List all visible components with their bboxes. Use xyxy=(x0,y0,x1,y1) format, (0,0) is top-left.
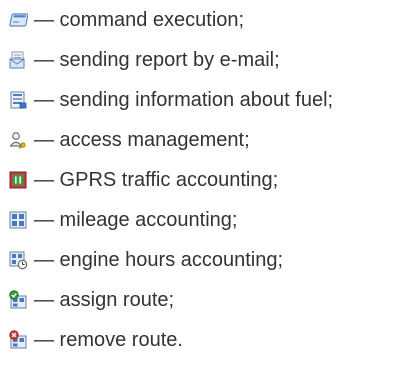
remove-route-icon xyxy=(8,330,28,350)
legend-item-remove-route: — remove route. xyxy=(8,326,183,354)
legend-item-label: — mileage accounting; xyxy=(34,209,238,231)
legend-item-label: — assign route; xyxy=(34,289,175,311)
legend-item-assign-route: — assign route; xyxy=(8,286,174,314)
legend-item-label: — access management; xyxy=(34,129,250,151)
legend-item-access-management: — access management; xyxy=(8,126,250,154)
engine-hours-icon xyxy=(8,250,28,270)
gprs-traffic-icon xyxy=(8,170,28,190)
legend-item-email-report: — sending report by e-mail; xyxy=(8,46,280,74)
assign-route-icon xyxy=(8,290,28,310)
email-report-icon xyxy=(8,50,28,70)
legend-item-label: — GPRS traffic accounting; xyxy=(34,169,279,191)
legend-item-command-execution: — command execution; xyxy=(8,6,244,34)
legend-item-gprs-traffic: — GPRS traffic accounting; xyxy=(8,166,278,194)
legend-item-label: — engine hours accounting; xyxy=(34,249,284,271)
legend-item-label: — sending report by e-mail; xyxy=(34,49,280,71)
permissions-legend: — command execution; — sending report by… xyxy=(0,0,418,367)
legend-item-label: — sending information about fuel; xyxy=(34,89,334,111)
legend-item-mileage-accounting: — mileage accounting; xyxy=(8,206,237,234)
legend-item-label: — remove route. xyxy=(34,329,183,351)
command-execution-icon xyxy=(8,10,28,30)
fuel-information-icon xyxy=(8,90,28,110)
legend-item-fuel-information: — sending information about fuel; xyxy=(8,86,333,114)
legend-item-engine-hours: — engine hours accounting; xyxy=(8,246,283,274)
mileage-accounting-icon xyxy=(8,210,28,230)
legend-item-label: — command execution; xyxy=(34,9,245,31)
access-management-icon xyxy=(8,130,28,150)
